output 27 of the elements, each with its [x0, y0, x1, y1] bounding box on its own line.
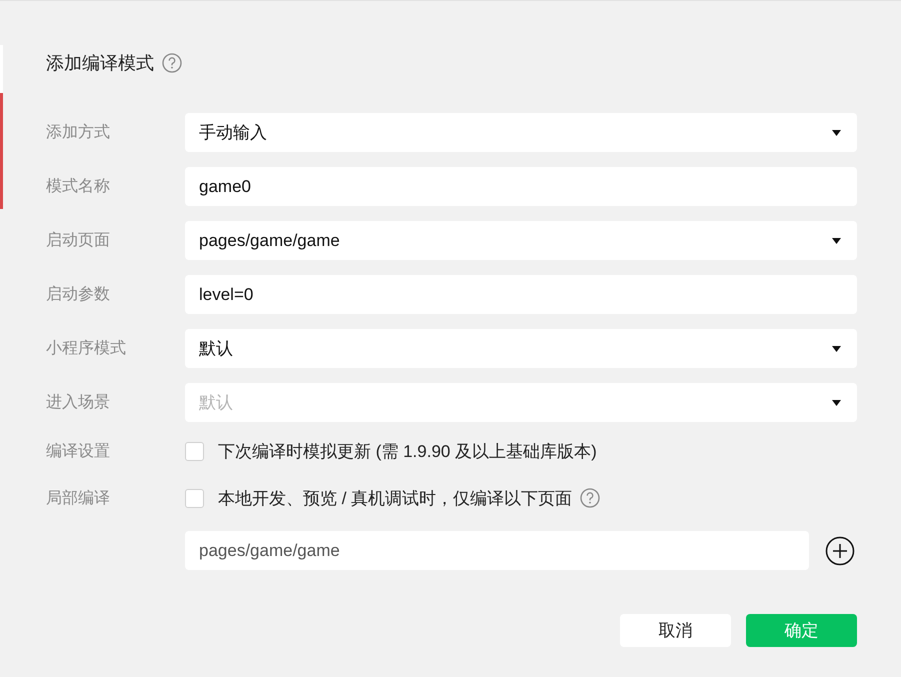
field-label: 编译设置	[46, 442, 110, 460]
help-icon[interactable]	[580, 488, 600, 508]
caret-icon	[832, 130, 841, 136]
cancel-button[interactable]: 取消	[620, 614, 731, 647]
caret-icon	[832, 238, 841, 244]
dropdown[interactable]: 手动输入	[185, 113, 857, 152]
input-field[interactable]: game0	[185, 167, 857, 206]
field-label: 进入场景	[46, 394, 110, 411]
field-label: 小程序模式	[46, 340, 126, 357]
caret-icon	[832, 400, 841, 406]
checkbox-label: 下次编译时模拟更新 (需 1.9.90 及以上基础库版本)	[218, 440, 597, 462]
field-label: 局部编译	[46, 490, 110, 506]
add-icon[interactable]	[825, 536, 855, 566]
dropdown[interactable]: pages/game/game	[185, 221, 857, 260]
dialog-title: 添加编译模式	[46, 52, 154, 75]
help-icon[interactable]	[162, 53, 182, 73]
dropdown[interactable]: 默认	[185, 329, 857, 368]
checkbox[interactable]	[185, 488, 204, 508]
field-label: 启动页面	[46, 232, 110, 249]
checkbox-label: 本地开发、预览 / 真机调试时，仅编译以下页面	[218, 488, 572, 510]
input-field[interactable]: pages/game/game	[185, 531, 809, 570]
field-label: 添加方式	[46, 124, 110, 141]
caret-icon	[832, 346, 841, 352]
input-field[interactable]: level=0	[185, 275, 857, 314]
field-label: 启动参数	[46, 286, 110, 303]
checkbox[interactable]	[185, 442, 204, 460]
field-label: 模式名称	[46, 178, 110, 195]
